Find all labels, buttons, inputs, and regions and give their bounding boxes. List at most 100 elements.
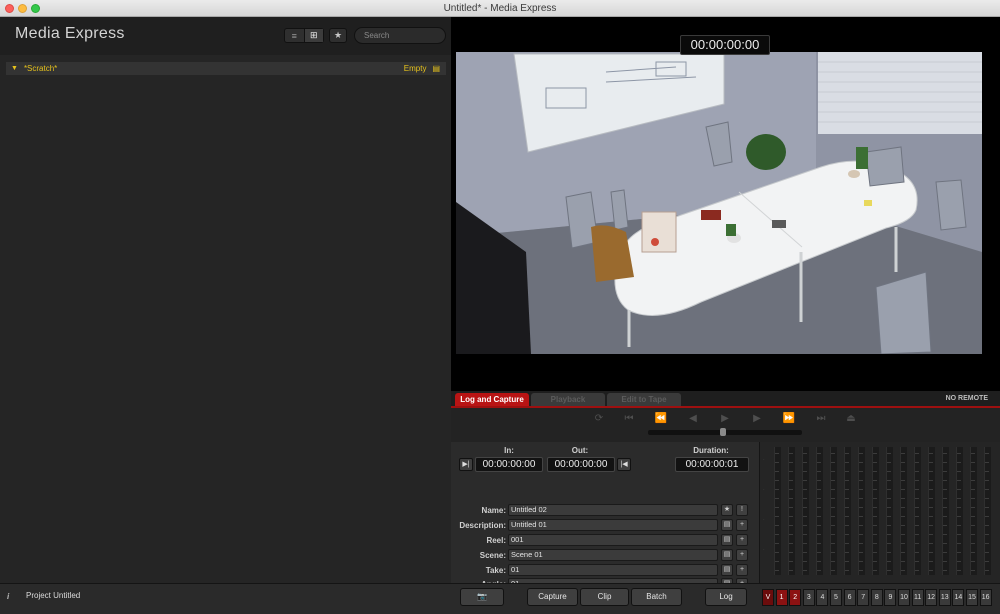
- meter-tick: [873, 516, 877, 517]
- reel-dropdown-icon[interactable]: ▤: [721, 534, 733, 546]
- audio-meter-channel: [788, 447, 795, 575]
- meter-tick: [775, 507, 779, 508]
- batch-button[interactable]: Batch: [631, 588, 682, 606]
- audio-meter-channel: [886, 447, 893, 575]
- favorites-icon[interactable]: ★: [329, 28, 347, 43]
- disclosure-triangle-icon[interactable]: ▼: [11, 65, 18, 72]
- track-button-13[interactable]: 13: [938, 589, 951, 606]
- track-button-12[interactable]: 12: [925, 589, 938, 606]
- search-input[interactable]: [354, 27, 446, 44]
- meter-tick: [817, 507, 821, 508]
- snapshot-camera-icon[interactable]: 📷: [460, 588, 504, 606]
- meter-tick: [901, 534, 905, 535]
- track-button-16[interactable]: 16: [979, 589, 992, 606]
- description-dropdown-icon[interactable]: ▤: [721, 519, 733, 531]
- track-button-9[interactable]: 9: [884, 589, 897, 606]
- track-button-15[interactable]: 15: [966, 589, 978, 606]
- meter-tick: [803, 552, 807, 553]
- loop-icon[interactable]: ⟳: [589, 412, 609, 426]
- list-view-icon[interactable]: ≡: [285, 29, 304, 42]
- jog-knob[interactable]: [720, 428, 726, 436]
- set-out-button[interactable]: |◀: [617, 458, 631, 471]
- track-button-10[interactable]: 10: [898, 589, 910, 606]
- jog-shuttle[interactable]: [648, 428, 802, 436]
- meter-tick: [817, 570, 821, 571]
- meter-scale-tick: -: [763, 516, 765, 521]
- meter-tick: [845, 534, 849, 535]
- tab-log-and-capture[interactable]: Log and Capture: [455, 393, 529, 406]
- meter-tick: [873, 498, 877, 499]
- view-toggle: ≡ ⊞: [284, 28, 324, 43]
- meter-tick: [789, 453, 793, 454]
- capture-button[interactable]: Capture: [527, 588, 578, 606]
- tab-edit-to-tape[interactable]: Edit to Tape: [607, 393, 681, 406]
- tab-playback[interactable]: Playback: [531, 393, 605, 406]
- log-button[interactable]: Log: [705, 588, 747, 606]
- clip-button[interactable]: Clip: [580, 588, 629, 606]
- meter-tick: [929, 534, 933, 535]
- eject-icon[interactable]: ⏏: [841, 412, 861, 426]
- bin-status: Empty: [403, 64, 427, 73]
- audio-meter-channel: [816, 447, 823, 575]
- play-icon[interactable]: ▶: [715, 412, 735, 426]
- meter-tick: [971, 480, 975, 481]
- track-button-3[interactable]: 3: [802, 589, 815, 606]
- info-icon[interactable]: i: [7, 592, 9, 601]
- step-forward-icon[interactable]: ▶: [747, 412, 767, 426]
- scene-increment-icon[interactable]: +: [736, 549, 748, 561]
- go-to-end-icon[interactable]: ⏭: [811, 412, 831, 426]
- bin-row-scratch[interactable]: ▼ *Scratch* Empty ▤: [6, 62, 446, 75]
- meter-tick: [873, 552, 877, 553]
- track-button-6[interactable]: 6: [843, 589, 856, 606]
- meter-tick: [887, 480, 891, 481]
- project-name: Project Untitled: [26, 591, 81, 600]
- track-button-1[interactable]: 1: [775, 589, 788, 606]
- track-button-5[interactable]: 5: [830, 589, 842, 606]
- in-timecode[interactable]: 00:00:00:00: [475, 457, 543, 472]
- description-field[interactable]: Untitled 01: [508, 519, 718, 531]
- reel-increment-icon[interactable]: +: [736, 534, 748, 546]
- scene-field[interactable]: Scene 01: [508, 549, 718, 561]
- meter-tick: [929, 561, 933, 562]
- meter-tick: [789, 516, 793, 517]
- meter-tick: [845, 516, 849, 517]
- grid-view-icon[interactable]: ⊞: [303, 29, 323, 42]
- take-dropdown-icon[interactable]: ▤: [721, 564, 733, 576]
- track-button-2[interactable]: 2: [789, 589, 802, 606]
- meter-tick: [873, 534, 877, 535]
- meter-tick: [901, 561, 905, 562]
- step-back-icon[interactable]: ◀: [683, 412, 703, 426]
- name-field[interactable]: Untitled 02: [508, 504, 718, 516]
- meter-tick: [929, 525, 933, 526]
- reel-label: Reel:: [486, 536, 506, 545]
- go-to-start-icon[interactable]: ⏮: [619, 412, 639, 426]
- out-timecode[interactable]: 00:00:00:00: [547, 457, 615, 472]
- meter-tick: [789, 552, 793, 553]
- meter-tick: [887, 516, 891, 517]
- meter-tick: [803, 480, 807, 481]
- take-field[interactable]: 01: [508, 564, 718, 576]
- scene-dropdown-icon[interactable]: ▤: [721, 549, 733, 561]
- track-button-11[interactable]: 11: [911, 589, 924, 606]
- rewind-icon[interactable]: ⏪: [651, 412, 671, 426]
- meter-tick: [929, 480, 933, 481]
- alert-icon[interactable]: !: [736, 504, 748, 516]
- track-button-8[interactable]: 8: [870, 589, 883, 606]
- fast-forward-icon[interactable]: ⏩: [779, 412, 799, 426]
- meter-tick: [887, 525, 891, 526]
- meter-tick: [971, 534, 975, 535]
- reel-field[interactable]: 001: [508, 534, 718, 546]
- description-increment-icon[interactable]: +: [736, 519, 748, 531]
- favorite-star-icon[interactable]: ★: [721, 504, 733, 516]
- take-increment-icon[interactable]: +: [736, 564, 748, 576]
- track-button-v[interactable]: V: [762, 589, 774, 606]
- meter-tick: [985, 507, 989, 508]
- track-button-4[interactable]: 4: [816, 589, 829, 606]
- meter-tick: [831, 534, 835, 535]
- meter-tick: [789, 462, 793, 463]
- set-in-button[interactable]: ▶|: [459, 458, 473, 471]
- track-button-14[interactable]: 14: [952, 589, 965, 606]
- timecode-display: 00:00:00:00: [680, 35, 770, 55]
- track-button-7[interactable]: 7: [857, 589, 870, 606]
- meter-tick: [929, 489, 933, 490]
